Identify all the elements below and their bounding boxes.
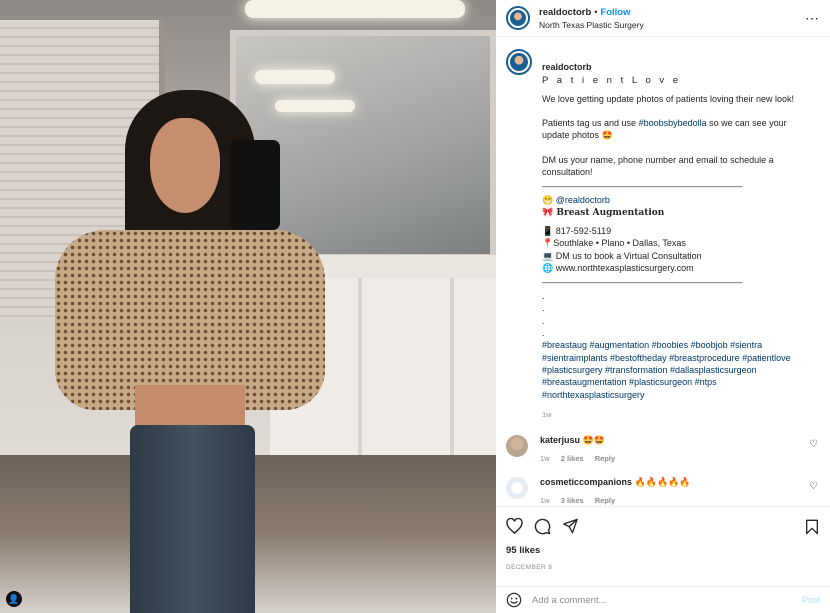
smartphone <box>230 140 280 230</box>
vanity-light-reflection <box>255 70 335 84</box>
like-count[interactable]: 95 likes <box>506 545 820 556</box>
post-date[interactable]: DECEMBER 8 <box>506 564 820 571</box>
comment-item: cosmeticcompanions 🔥🔥🔥🔥🔥 1w 3 likes Repl… <box>506 477 820 505</box>
post-actions: 95 likes DECEMBER 8 <box>496 506 830 586</box>
caption-title: P a t i e n t L o v e <box>542 74 682 86</box>
caption-locations: 📍Southlake • Plano • Dallas, Texas <box>542 238 686 249</box>
heart-icon[interactable]: ♡ <box>809 439 818 450</box>
post-side-panel: realdoctorb • Follow North Texas Plastic S… <box>496 0 830 613</box>
header-meta: realdoctorb • Follow North Texas Plastic S… <box>539 7 644 30</box>
follow-button[interactable]: Follow <box>600 7 630 18</box>
caption-line2: Patients tag us and use #boobsbybedolla … <box>542 118 787 141</box>
post-location[interactable]: North Texas Plastic Surgery <box>539 20 644 30</box>
more-icon[interactable]: ⋯ <box>805 10 820 27</box>
comment-bubble-icon[interactable] <box>534 518 551 535</box>
commenter-username[interactable]: cosmeticcompanions <box>540 477 632 487</box>
person-figure <box>55 90 325 613</box>
caption-phone: 📱 817-592-5119 <box>542 225 612 236</box>
like-heart-icon[interactable] <box>506 518 523 534</box>
caption-author[interactable]: realdoctorb <box>542 62 592 72</box>
caption-virtual: 💻 DM us to book a Virtual Consultation <box>542 250 702 261</box>
caption-mention-line: 😁 @realdoctorb <box>542 195 610 206</box>
comment-likes[interactable]: 2 likes <box>561 454 584 463</box>
comment-text: 🔥🔥🔥🔥🔥 <box>634 477 691 488</box>
comment-time[interactable]: 1w <box>540 496 550 505</box>
caption-service: 🎀 Breast Augmentation <box>542 207 665 218</box>
leopard-blouse <box>55 230 325 410</box>
author-username[interactable]: realdoctorb <box>539 7 591 18</box>
comment-text: 🤩🤩 <box>582 435 605 446</box>
comment-item: katerjusu 🤩🤩 1w 2 likes Reply ♡ <box>506 435 820 463</box>
comment-meta: 1w 2 likes Reply <box>540 454 624 463</box>
bookmark-icon[interactable] <box>805 519 819 535</box>
caption-time[interactable]: 1w <box>542 409 810 421</box>
commenter-avatar[interactable] <box>506 477 528 500</box>
comment-likes[interactable]: 3 likes <box>561 496 584 505</box>
caption-author-avatar[interactable] <box>506 49 532 75</box>
vanity-light <box>245 0 465 18</box>
user-tag-icon[interactable]: 👤 <box>6 591 22 607</box>
comment-time[interactable]: 1w <box>540 454 550 463</box>
caption-line3: DM us your name, phone number and email … <box>542 154 774 178</box>
comment-input[interactable] <box>532 594 782 606</box>
comment-meta: 1w 3 likes Reply <box>540 496 691 505</box>
caption-line1: We love getting update photos of patient… <box>542 93 794 104</box>
caption-divider-2: ________________________________________ <box>542 273 743 284</box>
emoji-icon[interactable] <box>506 592 522 608</box>
action-row <box>506 513 820 539</box>
hashtag-link[interactable]: #boobsbybedolla <box>639 118 707 128</box>
author-avatar[interactable] <box>506 6 530 30</box>
share-paper-plane-icon[interactable] <box>562 518 579 534</box>
commenter-avatar[interactable] <box>506 435 528 458</box>
heart-icon[interactable]: ♡ <box>809 481 818 492</box>
caption-hashtags[interactable]: #breastaug #augmentation #boobies #boobj… <box>542 339 810 400</box>
post-header: realdoctorb • Follow North Texas Plastic S… <box>496 0 830 37</box>
post-button[interactable]: Post <box>802 595 820 605</box>
commenter-username[interactable]: katerjusu <box>540 435 580 445</box>
comment-body: katerjusu 🤩🤩 1w 2 likes Reply <box>540 435 624 463</box>
reply-button[interactable]: Reply <box>595 454 615 463</box>
jeans <box>130 425 255 613</box>
reply-button[interactable]: Reply <box>595 496 615 505</box>
face <box>150 118 220 213</box>
comments-section[interactable]: realdoctorb P a t i e n t L o v e We lov… <box>496 37 830 506</box>
comment-body: cosmeticcompanions 🔥🔥🔥🔥🔥 1w 3 likes Repl… <box>540 477 691 505</box>
caption-body: realdoctorb P a t i e n t L o v e We lov… <box>542 49 810 421</box>
caption: realdoctorb P a t i e n t L o v e We lov… <box>506 49 820 421</box>
add-comment-bar: Post <box>496 586 830 613</box>
caption-dots: . . . . <box>542 291 545 339</box>
caption-divider: ________________________________________ <box>542 177 743 188</box>
mention-link[interactable]: @realdoctorb <box>556 195 610 205</box>
header-separator: • <box>594 6 598 17</box>
post-photo[interactable]: 👤 <box>0 0 496 613</box>
